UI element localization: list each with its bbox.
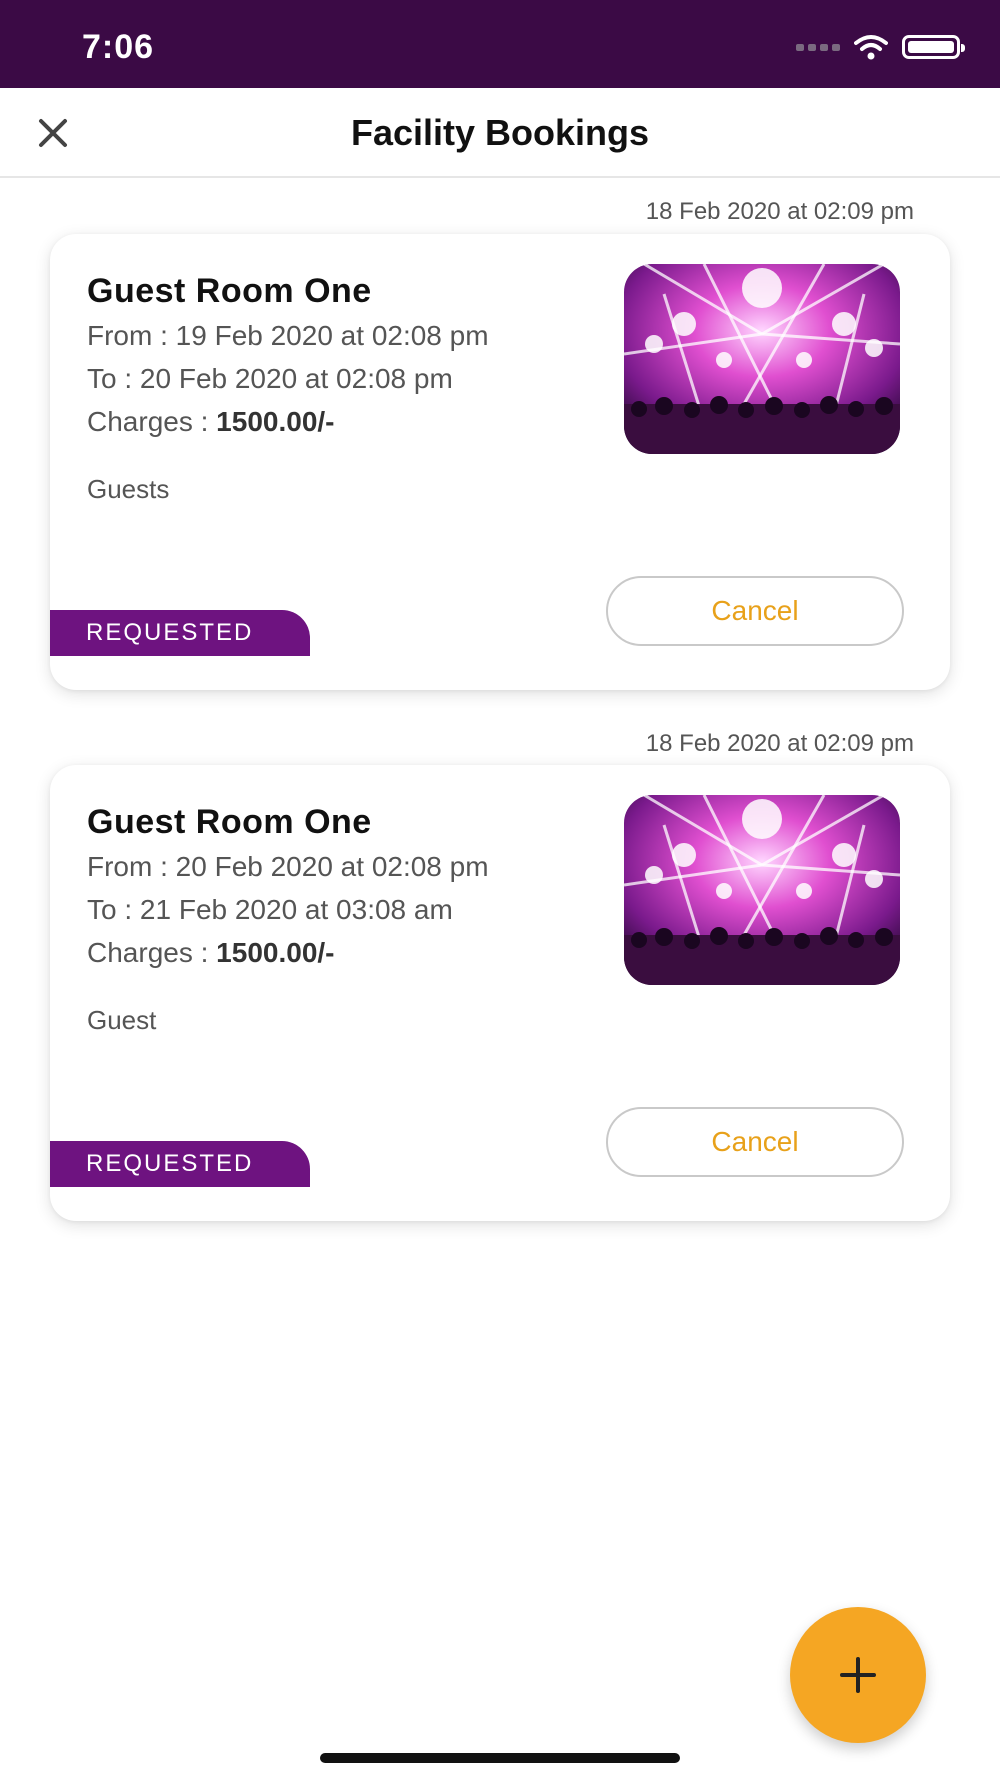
booking-from: From : 20 Feb 2020 at 02:08 pm	[87, 851, 489, 882]
charges-label: Charges :	[87, 937, 217, 968]
booking-note: Guests	[87, 474, 170, 504]
wifi-icon	[854, 35, 888, 60]
booking-created-timestamp: 18 Feb 2020 at 02:09 pm	[645, 730, 914, 757]
cancel-button[interactable]: Cancel	[606, 576, 904, 646]
booking-charges: Charges : 1500.00/-	[87, 937, 335, 969]
booking-card[interactable]: Guest Room One From : 19 Feb 2020 at 02:…	[50, 234, 950, 690]
status-bar: 7:06	[0, 0, 1000, 88]
charges-value: 1500.00/-	[216, 937, 335, 968]
status-badge: REQUESTED	[50, 1141, 310, 1187]
add-booking-button[interactable]	[790, 1607, 926, 1743]
home-indicator	[320, 1753, 680, 1763]
facility-image	[624, 264, 900, 454]
page-title: Facility Bookings	[350, 112, 650, 153]
booking-card[interactable]: Guest Room One From : 20 Feb 2020 at 02:…	[50, 765, 950, 1221]
cancel-button[interactable]: Cancel	[606, 1107, 904, 1177]
facility-name: Guest Room One	[87, 803, 372, 841]
booking-from: From : 19 Feb 2020 at 02:08 pm	[87, 320, 489, 351]
booking-to: To : 21 Feb 2020 at 03:08 am	[87, 894, 453, 925]
charges-label: Charges :	[87, 406, 217, 437]
booking-note: Guest	[87, 1005, 157, 1035]
charges-value: 1500.00/-	[216, 406, 335, 437]
status-badge: REQUESTED	[50, 610, 310, 656]
facility-image	[624, 795, 900, 985]
booking-to: To : 20 Feb 2020 at 02:08 pm	[87, 363, 453, 394]
plus-icon	[840, 1657, 876, 1693]
app-header: Facility Bookings	[0, 88, 1000, 178]
booking-created-timestamp: 18 Feb 2020 at 02:09 pm	[645, 198, 914, 225]
facility-name: Guest Room One	[87, 272, 372, 310]
booking-charges: Charges : 1500.00/-	[87, 406, 335, 438]
status-icons	[796, 34, 965, 60]
status-time: 7:06	[82, 28, 155, 66]
cellular-signal-icon	[796, 43, 840, 51]
battery-icon	[902, 35, 965, 59]
